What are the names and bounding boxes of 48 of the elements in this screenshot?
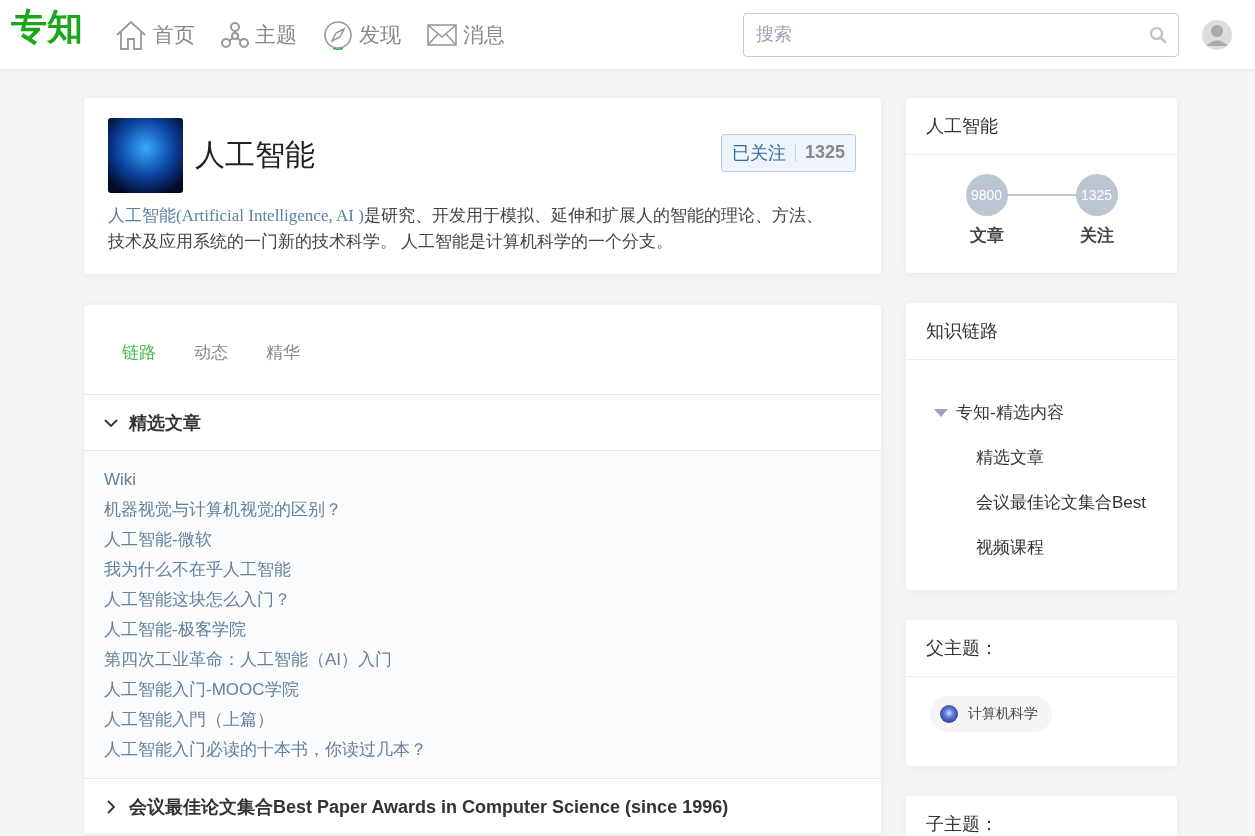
article-link[interactable]: 人工智能-极客学院 <box>104 615 861 645</box>
nav-link[interactable]: 主题 <box>221 19 297 50</box>
chevron-right-icon <box>104 799 118 814</box>
tree-item[interactable]: 专知-精选内容 <box>934 390 1177 435</box>
article-link[interactable]: 人工智能这块怎么入门？ <box>104 585 861 615</box>
card-title: 父主题： <box>906 620 1177 677</box>
topic-description: 人工智能(Artificial Intelligence, AI )是研究、开发用于模拟、延伸和扩展人的智能的理论、方法、技术及应用系统的一门新的技术科学。 人工智能是计算机科学的一个分支。 <box>108 205 824 253</box>
article-link[interactable]: Wiki <box>104 465 861 495</box>
stat-count: 9800 <box>965 174 1008 216</box>
triangle-down-icon <box>934 407 948 418</box>
follow-button[interactable]: 已关注 1325 <box>720 133 856 172</box>
nav-link[interactable]: 消息 <box>427 19 505 50</box>
article-link[interactable]: 人工智能入门必读的十本书，你读过几本？ <box>104 735 861 765</box>
article-link[interactable]: 人工智能入門（上篇） <box>104 705 861 735</box>
article-link[interactable]: 人工智能-微软 <box>104 525 861 555</box>
card-title: 子主题： <box>906 796 1177 836</box>
section-title: 会议最佳论文集合Best Paper Awards in Computer Science (since 1996) <box>129 795 729 819</box>
logo[interactable]: 专知 <box>11 3 83 52</box>
tree-item[interactable]: 视频课程 <box>934 525 1177 570</box>
topic-title: 人工智能 <box>195 137 315 173</box>
tab[interactable]: 动态 <box>194 341 228 364</box>
home-icon <box>115 19 147 50</box>
compass-icon <box>323 19 353 50</box>
tree-item[interactable]: 会议最佳论文集合Best <box>934 480 1177 525</box>
mail-icon <box>427 23 457 46</box>
nodes-icon <box>221 20 249 49</box>
section-header[interactable]: 会议最佳论文集合Best Paper Awards in Computer Science (since 1996) <box>84 779 881 835</box>
stat-label: 文章 <box>969 225 1004 247</box>
tab[interactable]: 精华 <box>266 341 300 364</box>
stat-label: 关注 <box>1079 225 1114 247</box>
search-icon <box>1149 25 1167 44</box>
tab[interactable]: 链路 <box>122 341 156 364</box>
article-link[interactable]: 人工智能入门-MOOC学院 <box>104 675 861 705</box>
nav-link[interactable]: 发现 <box>323 19 401 50</box>
topic-link[interactable]: 人工智能(Artificial Intelligence, AI ) <box>108 206 364 225</box>
nav-link[interactable]: 首页 <box>115 19 195 50</box>
stat-count: 1325 <box>1075 174 1118 216</box>
section-title: 精选文章 <box>129 411 201 435</box>
sphere-icon <box>940 705 958 723</box>
search-field[interactable]: 搜索 <box>743 12 1179 57</box>
avatar-icon[interactable] <box>1201 18 1233 51</box>
topic-chip[interactable]: 计算机科学 <box>930 696 1052 732</box>
article-link[interactable]: 第四次工业革命：人工智能（AI）入门 <box>104 645 861 675</box>
card-title: 知识链路 <box>906 303 1177 360</box>
tree-item[interactable]: 精选文章 <box>934 435 1177 480</box>
card-title: 人工智能 <box>906 98 1177 155</box>
article-link[interactable]: 机器视觉与计算机视觉的区别？ <box>104 495 861 525</box>
article-link[interactable]: 我为什么不在乎人工智能 <box>104 555 861 585</box>
